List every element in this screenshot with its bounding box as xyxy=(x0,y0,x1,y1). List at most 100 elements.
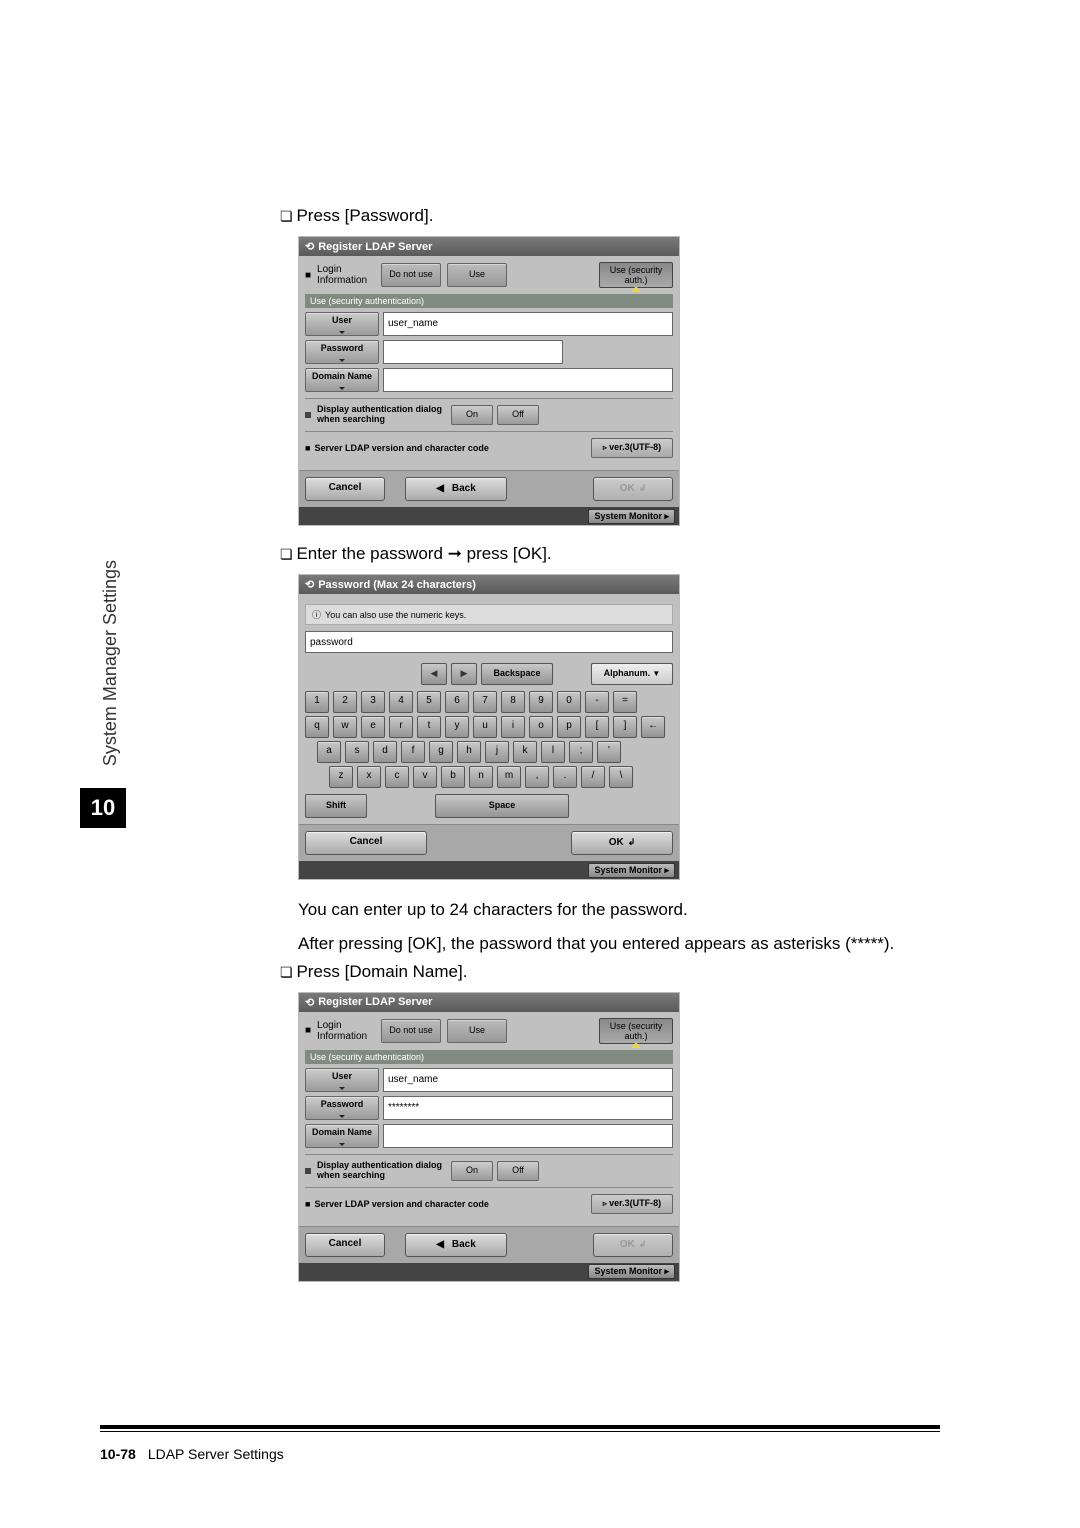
input-mode-button[interactable]: Alphanum. xyxy=(591,663,673,685)
key-q[interactable]: q xyxy=(305,716,329,738)
use-security-auth-button[interactable]: Use (security auth.) xyxy=(599,262,673,288)
user-button[interactable]: User xyxy=(305,1068,379,1092)
caret-down-icon xyxy=(339,387,345,390)
back-icon: ⟲ xyxy=(305,240,314,253)
password-input[interactable]: password xyxy=(305,631,673,653)
password-button[interactable]: Password xyxy=(305,340,379,364)
key-a[interactable]: a xyxy=(317,741,341,763)
key-n[interactable]: n xyxy=(469,766,493,788)
login-info-label: Login Information xyxy=(317,264,375,286)
back-button[interactable]: ◀ Back xyxy=(405,1233,507,1257)
key-t[interactable]: t xyxy=(417,716,441,738)
backspace-button[interactable]: Backspace xyxy=(481,663,553,685)
cursor-left-button[interactable]: ◀ xyxy=(421,663,447,685)
version-button[interactable]: ver.3(UTF-8) xyxy=(591,438,673,458)
do-not-use-button[interactable]: Do not use xyxy=(381,1019,441,1043)
key-m[interactable]: m xyxy=(497,766,521,788)
auth-dialog-label: Display authentication dialog when searc… xyxy=(317,405,447,425)
cancel-button[interactable]: Cancel xyxy=(305,477,385,501)
key-0[interactable]: 0 xyxy=(557,691,581,713)
key--[interactable]: - xyxy=(585,691,609,713)
key-][interactable]: ] xyxy=(613,716,637,738)
titlebar: ⟲ Password (Max 24 characters) xyxy=(299,575,679,594)
key-x[interactable]: x xyxy=(357,766,381,788)
key-r[interactable]: r xyxy=(389,716,413,738)
space-key[interactable]: Space xyxy=(435,794,569,818)
key-l[interactable]: l xyxy=(541,741,565,763)
use-button[interactable]: Use xyxy=(447,1019,507,1043)
key-s[interactable]: s xyxy=(345,741,369,763)
key-8[interactable]: 8 xyxy=(501,691,525,713)
key-/[interactable]: / xyxy=(581,766,605,788)
triangle-up-icon xyxy=(631,286,641,292)
use-security-label: Use (security auth.) xyxy=(610,265,663,285)
user-button[interactable]: User xyxy=(305,312,379,336)
key-b[interactable]: b xyxy=(441,766,465,788)
domain-name-button[interactable]: Domain Name xyxy=(305,368,379,392)
cancel-button[interactable]: Cancel xyxy=(305,831,427,855)
on-button[interactable]: On xyxy=(451,1161,493,1181)
triangle-left-icon: ◀ xyxy=(436,1235,444,1255)
page-number: 10-78 xyxy=(100,1446,136,1462)
key-y[interactable]: y xyxy=(445,716,469,738)
do-not-use-button[interactable]: Do not use xyxy=(381,263,441,287)
key-o[interactable]: o xyxy=(529,716,553,738)
key-d[interactable]: d xyxy=(373,741,397,763)
bullet-icon: ■ xyxy=(305,443,310,453)
key-i[interactable]: i xyxy=(501,716,525,738)
shift-key[interactable]: Shift xyxy=(305,794,367,818)
key-7[interactable]: 7 xyxy=(473,691,497,713)
password-button[interactable]: Password xyxy=(305,1096,379,1120)
key-c[interactable]: c xyxy=(385,766,409,788)
key-←[interactable]: ← xyxy=(641,716,665,738)
system-monitor-button[interactable]: System Monitor ▸ xyxy=(588,509,675,524)
key-w[interactable]: w xyxy=(333,716,357,738)
key-f[interactable]: f xyxy=(401,741,425,763)
key-5[interactable]: 5 xyxy=(417,691,441,713)
system-monitor-button[interactable]: System Monitor ▸ xyxy=(588,1264,675,1279)
cursor-right-button[interactable]: ▶ xyxy=(451,663,477,685)
version-button[interactable]: ver.3(UTF-8) xyxy=(591,1194,673,1214)
footer-title: LDAP Server Settings xyxy=(148,1446,284,1462)
key-1[interactable]: 1 xyxy=(305,691,329,713)
key-,[interactable]: , xyxy=(525,766,549,788)
ok-button[interactable]: OK xyxy=(593,477,673,501)
on-button[interactable]: On xyxy=(451,405,493,425)
cancel-button[interactable]: Cancel xyxy=(305,1233,385,1257)
ok-button[interactable]: OK xyxy=(593,1233,673,1257)
key-4[interactable]: 4 xyxy=(389,691,413,713)
domain-value-box xyxy=(383,368,673,392)
system-monitor-button[interactable]: System Monitor ▸ xyxy=(588,863,675,878)
back-icon: ⟲ xyxy=(305,996,314,1009)
step-enter-password: Enter the password ➞ press [OK]. xyxy=(280,544,940,564)
key-6[interactable]: 6 xyxy=(445,691,469,713)
use-button[interactable]: Use xyxy=(447,263,507,287)
key-v[interactable]: v xyxy=(413,766,437,788)
key-\[interactable]: \ xyxy=(609,766,633,788)
key-=[interactable]: = xyxy=(613,691,637,713)
back-icon: ⟲ xyxy=(305,578,314,591)
key-3[interactable]: 3 xyxy=(361,691,385,713)
key-j[interactable]: j xyxy=(485,741,509,763)
off-button[interactable]: Off xyxy=(497,405,539,425)
ok-button[interactable]: OK xyxy=(571,831,673,855)
key-g[interactable]: g xyxy=(429,741,453,763)
section-bar: Use (security authentication) xyxy=(305,1050,673,1064)
key-9[interactable]: 9 xyxy=(529,691,553,713)
back-button[interactable]: ◀ Back xyxy=(405,477,507,501)
key-z[interactable]: z xyxy=(329,766,353,788)
key-;[interactable]: ; xyxy=(569,741,593,763)
key-u[interactable]: u xyxy=(473,716,497,738)
key-h[interactable]: h xyxy=(457,741,481,763)
off-button[interactable]: Off xyxy=(497,1161,539,1181)
key-e[interactable]: e xyxy=(361,716,385,738)
key-2[interactable]: 2 xyxy=(333,691,357,713)
key-k[interactable]: k xyxy=(513,741,537,763)
key-'[interactable]: ' xyxy=(597,741,621,763)
key-.[interactable]: . xyxy=(553,766,577,788)
use-security-auth-button[interactable]: Use (security auth.) xyxy=(599,1018,673,1044)
key-[[interactable]: [ xyxy=(585,716,609,738)
caret-down-icon xyxy=(339,1087,345,1090)
key-p[interactable]: p xyxy=(557,716,581,738)
domain-name-button[interactable]: Domain Name xyxy=(305,1124,379,1148)
